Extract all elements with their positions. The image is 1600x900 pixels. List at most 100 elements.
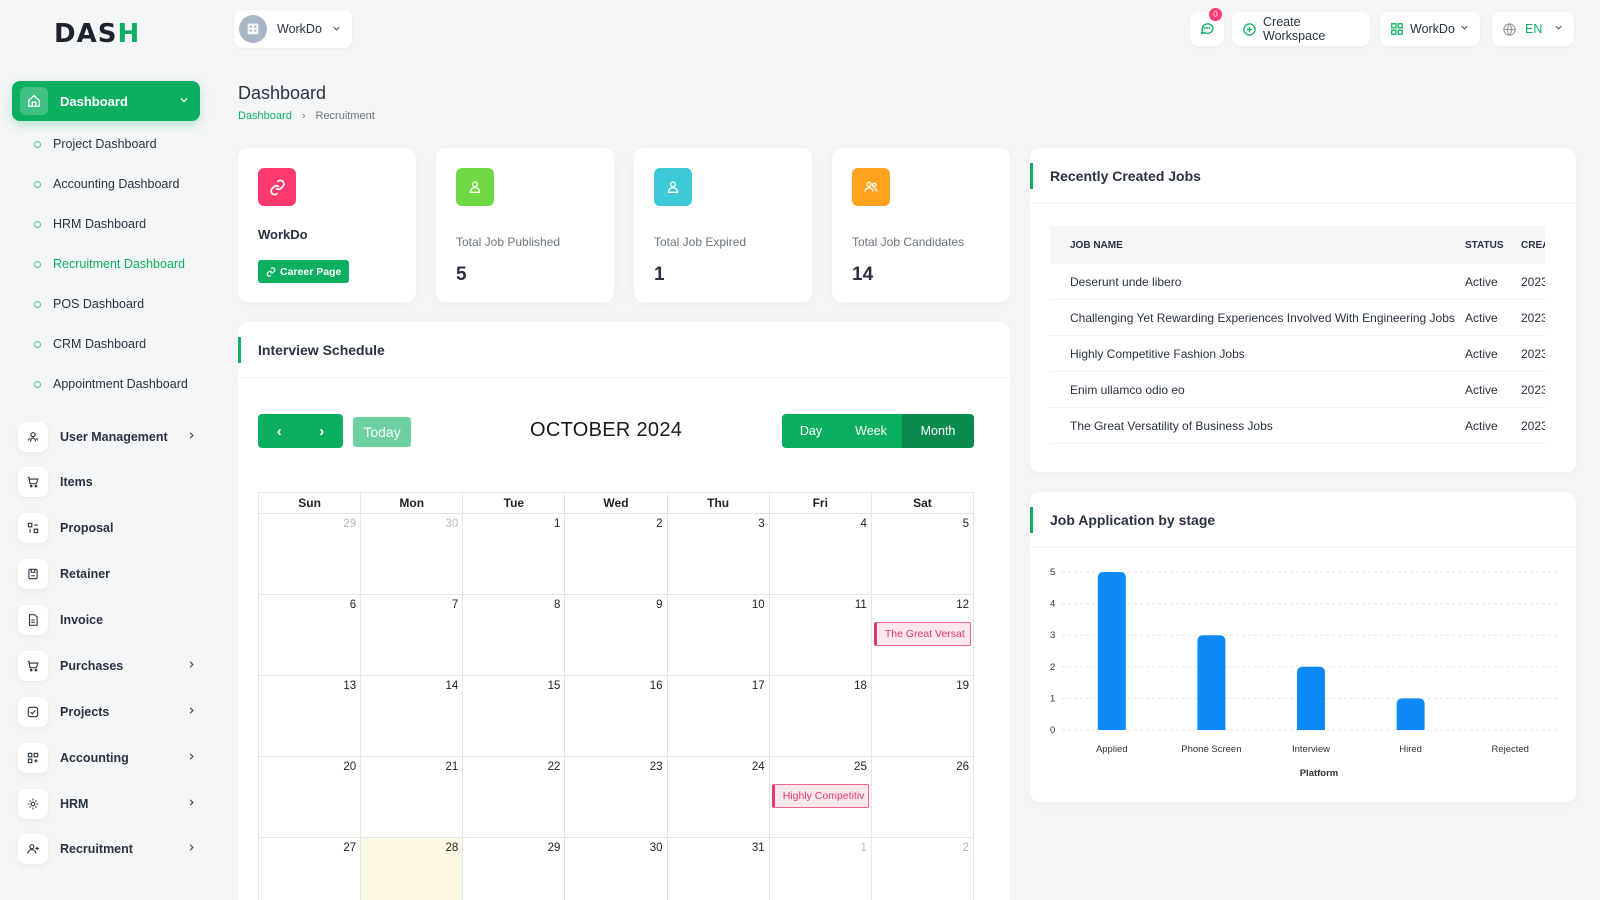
calendar-day-cell[interactable]: 28: [361, 838, 464, 900]
calendar-day-cell[interactable]: 10: [667, 595, 770, 676]
calendar-day-cell[interactable]: 12 The Great Versat: [871, 595, 974, 676]
create-workspace-label: Create Workspace: [1263, 15, 1326, 43]
table-row[interactable]: Deserunt unde libero Active 2023: [1050, 264, 1545, 300]
calendar-day-cell[interactable]: 5: [871, 514, 974, 595]
table-row[interactable]: Challenging Yet Rewarding Experiences In…: [1050, 300, 1545, 336]
chat-icon: [1199, 20, 1215, 39]
calendar-day-cell[interactable]: 24: [667, 757, 770, 838]
calendar-day-cell[interactable]: 7: [361, 595, 464, 676]
breadcrumb-item[interactable]: Dashboard: [238, 110, 292, 122]
sidebar-item-user-management[interactable]: User Management: [18, 422, 198, 452]
sidebar-item-purchases[interactable]: Purchases: [18, 651, 198, 681]
calendar-day-cell[interactable]: 6: [259, 595, 362, 676]
calendar-day-cell[interactable]: 3: [667, 514, 770, 595]
calendar-event[interactable]: The Great Versat: [873, 622, 971, 646]
calendar-day-cell[interactable]: 13: [259, 676, 362, 757]
calendar-day-cell[interactable]: 2: [872, 838, 974, 900]
calendar-day-cell[interactable]: 19: [871, 676, 974, 757]
view-week-button[interactable]: Week: [840, 414, 902, 448]
bar[interactable]: [1197, 635, 1226, 730]
sidebar-subitem[interactable]: Appointment Dashboard: [34, 377, 204, 391]
sidebar-item-accounting[interactable]: Accounting: [18, 743, 198, 773]
calendar-day-cell[interactable]: 14: [361, 676, 464, 757]
sidebar-subitem[interactable]: Project Dashboard: [34, 137, 204, 151]
sidebar-item-recruitment[interactable]: Recruitment: [18, 834, 198, 864]
prev-month-button[interactable]: ‹: [258, 414, 301, 448]
card-title: Job Application by stage: [1030, 492, 1576, 548]
calendar-day-cell[interactable]: 17: [667, 676, 770, 757]
day-number: 7: [451, 599, 459, 611]
career-page-button[interactable]: Career Page: [258, 260, 350, 283]
sidebar-subitem[interactable]: Accounting Dashboard: [34, 177, 204, 191]
calendar-day-cell[interactable]: 1: [770, 838, 872, 900]
view-day-button[interactable]: Day: [782, 414, 840, 448]
chevron-right-icon: ›: [301, 110, 306, 122]
calendar-day-cell[interactable]: 30: [565, 838, 668, 900]
calendar-day-cell[interactable]: 2: [565, 514, 668, 595]
bar[interactable]: [1097, 572, 1126, 730]
calendar-day-cell[interactable]: 1: [463, 514, 566, 595]
table-row[interactable]: The Great Versatility of Business Jobs Ac…: [1050, 408, 1545, 444]
sidebar-item-label: Proposal: [60, 521, 114, 535]
table-row[interactable]: Highly Competitive Fashion Jobs Active 202…: [1050, 336, 1545, 372]
workspace-switcher[interactable]: WorkDo: [234, 10, 352, 48]
sidebar-item-label: Projects: [60, 705, 110, 719]
calendar-day-cell[interactable]: 21: [361, 757, 464, 838]
calendar-day-cell[interactable]: 18: [769, 676, 872, 757]
calendar-day-cell[interactable]: 26: [871, 757, 974, 838]
calendar-day-cell[interactable]: 16: [565, 676, 668, 757]
calendar-day-cell[interactable]: 8: [463, 595, 566, 676]
language-selector[interactable]: EN: [1492, 12, 1574, 46]
sidebar-subitem[interactable]: POS Dashboard: [34, 297, 204, 311]
next-month-button[interactable]: ›: [301, 414, 344, 448]
calendar-day-cell[interactable]: 23: [565, 757, 668, 838]
column-header[interactable]: STATUS: [1465, 240, 1521, 251]
today-button[interactable]: Today: [353, 417, 411, 447]
bar[interactable]: [1297, 666, 1325, 730]
calendar-day-cell[interactable]: 9: [565, 595, 668, 676]
chevron-right-icon: [184, 659, 198, 673]
workspace-menu-label: WorkDo: [1410, 22, 1455, 36]
sidebar: DASH Dashboard Project Dashboard Accounti…: [0, 0, 212, 900]
calendar-day-cell[interactable]: 29: [463, 838, 566, 900]
create-workspace-button[interactable]: Create Workspace: [1232, 12, 1370, 46]
calendar-day-cell[interactable]: 4: [769, 514, 872, 595]
view-month-button[interactable]: Month: [902, 414, 974, 448]
weekday-label: Sat: [871, 493, 974, 514]
job-created-cell: 2023: [1521, 310, 1545, 325]
calendar-day-cell[interactable]: 27: [259, 838, 362, 900]
calendar-day-cell[interactable]: 22: [463, 757, 566, 838]
sidebar-item-dashboard[interactable]: Dashboard: [12, 81, 200, 121]
calendar-day-cell[interactable]: 11: [769, 595, 872, 676]
stat-card: Total Job Expired 1: [634, 148, 812, 302]
sidebar-subitem[interactable]: CRM Dashboard: [34, 337, 204, 351]
sidebar-subitem[interactable]: HRM Dashboard: [34, 217, 204, 231]
calendar-day-cell[interactable]: 25 Highly Competitiv: [769, 757, 872, 838]
calendar-day-cell[interactable]: 20: [259, 757, 362, 838]
sidebar-item-hrm[interactable]: HRM: [18, 789, 198, 819]
sidebar-item-projects[interactable]: Projects: [18, 697, 198, 727]
sidebar-item-items[interactable]: Items: [18, 467, 198, 497]
sidebar-item-retainer[interactable]: Retainer: [18, 559, 198, 589]
workspace-menu[interactable]: WorkDo: [1380, 12, 1480, 46]
bar[interactable]: [1396, 698, 1425, 730]
sidebar-item-invoice[interactable]: Invoice: [18, 605, 198, 635]
calendar-day-cell[interactable]: 30: [361, 514, 464, 595]
card-title: Interview Schedule: [238, 322, 1010, 378]
calendar-event[interactable]: Highly Competitiv: [771, 784, 869, 808]
calendar-day-cell[interactable]: 15: [463, 676, 566, 757]
day-number: 30: [649, 842, 663, 854]
sidebar-subitem[interactable]: Recruitment Dashboard: [34, 257, 204, 271]
day-number: 29: [547, 842, 561, 854]
calendar-day-cell[interactable]: 29: [259, 514, 362, 595]
stat-card: Total Job Candidates 14: [832, 148, 1010, 302]
column-header[interactable]: CREA: [1521, 240, 1545, 251]
column-header[interactable]: JOB NAME: [1050, 240, 1465, 251]
stat-card: Total Job Published 5: [436, 148, 614, 302]
messages-button[interactable]: 0: [1190, 8, 1224, 46]
app-logo[interactable]: DASH: [54, 19, 140, 49]
calendar-day-cell[interactable]: 31: [668, 838, 770, 900]
sidebar-item-proposal[interactable]: Proposal: [18, 513, 198, 543]
job-status-cell: Active: [1465, 274, 1498, 289]
table-row[interactable]: Enim ullamco odio eo Active 2023: [1050, 372, 1545, 408]
